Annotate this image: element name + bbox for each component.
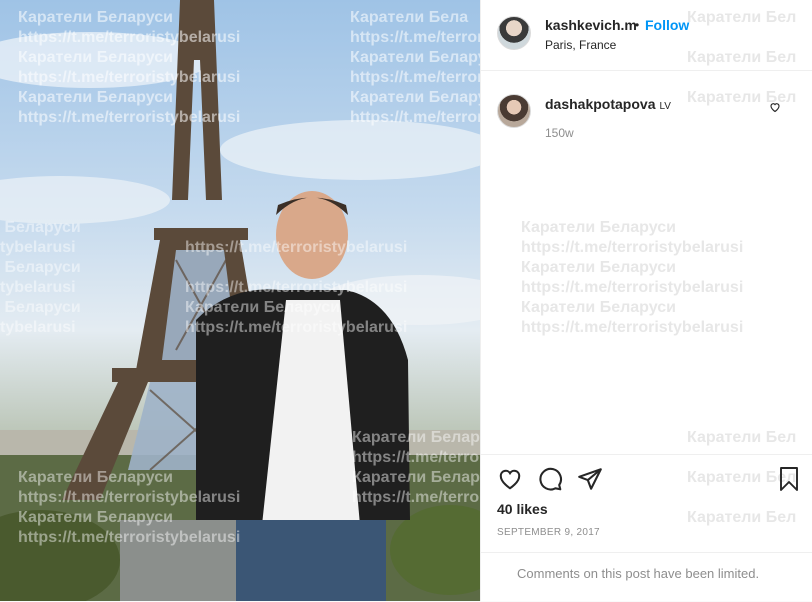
watermark-text: Каратели Беларуси (18, 469, 173, 486)
comment-icon[interactable] (537, 466, 563, 492)
watermark-text: Каратели Бел (687, 429, 797, 446)
watermark-url: https://t.me/terroristybelarusi (521, 239, 744, 256)
post-location[interactable]: Paris, France (545, 38, 616, 52)
comment-time[interactable]: 150w (545, 126, 574, 140)
watermark-url: https://t.me/terroristybelarusi (18, 109, 241, 126)
watermark-text: ли Беларуси (0, 219, 81, 236)
author-username[interactable]: kashkevich.m (545, 17, 637, 33)
watermark-text: Каратели Беларуси (521, 219, 676, 236)
watermark-url: https://t.me/terroristybelarusi (18, 489, 241, 506)
comments-limited-text: Comments on this post have been limited. (517, 566, 760, 581)
commenter-avatar[interactable] (497, 94, 531, 128)
watermark-text: Каратели Беларуси (352, 469, 480, 486)
watermark-text: Каратели Беларуси (521, 259, 676, 276)
watermark-url: tybelarusi (0, 279, 76, 296)
watermark-text: Каратели Бела (350, 9, 469, 26)
watermark-text: Каратели Беларуси (350, 49, 480, 66)
likes-count[interactable]: 40 likes (497, 501, 548, 517)
watermark-text: Каратели Беларуси (350, 89, 480, 106)
watermark-text: Каратели Бел (687, 89, 797, 106)
watermark-url: https://t.me/terroristybelarusi (350, 109, 480, 126)
watermark-text: Каратели Беларуси (352, 429, 480, 446)
watermark-url: https://t.me/terroristybelarusi (185, 319, 408, 336)
avatar[interactable] (497, 16, 531, 50)
verified-badge: LV (659, 101, 671, 112)
watermark-url: https://t.me/terroristybelarusi (352, 449, 480, 466)
watermark-url: https://t.me/terroristybelarusi (18, 29, 241, 46)
separator-dot: • (635, 18, 640, 32)
watermark-text: Каратели Беларуси (18, 89, 173, 106)
watermark-text: Каратели Беларуси (18, 49, 173, 66)
watermark-url: https://t.me/terroristybelarusi (185, 279, 408, 296)
watermark-url: https://t.me/terroristybelarusi (352, 489, 480, 506)
watermark-url: tybelarusi (0, 319, 76, 336)
watermark-url: https://t.me/terroristybelarusi (18, 529, 241, 546)
watermark-url: https://t.me/terroristybelarusi (185, 239, 408, 256)
commenter-username[interactable]: dashakpotapova (545, 96, 655, 112)
watermark-text: Каратели Бел (687, 509, 797, 526)
watermark-text: Каратели Беларуси (18, 9, 173, 26)
comments-limited-notice: Comments on this post have been limited. (481, 552, 812, 602)
watermark-url: https://t.me/terroristybelarusi (350, 69, 480, 86)
watermark-text: Каратели Беларуси (18, 509, 173, 526)
watermark-text: ли Беларуси (0, 259, 81, 276)
heart-icon[interactable] (497, 466, 523, 492)
watermark-text: Каратели Бел (687, 9, 797, 26)
post-photo[interactable]: Каратели Беларуси https://t.me/terrorist… (0, 0, 480, 601)
watermark-url: https://t.me/terroristybelarusi (18, 69, 241, 86)
watermark-text: Каратели Беларуси (521, 299, 676, 316)
watermark-url: https://t.me/terroristybelarusi (350, 29, 480, 46)
watermark-text: ли Беларуси (0, 299, 81, 316)
divider (481, 454, 812, 455)
follow-button[interactable]: Follow (645, 17, 689, 33)
watermark-text: Каратели Беларуси (185, 299, 340, 316)
watermark-url: https://t.me/terroristybelarusi (521, 279, 744, 296)
post-side-panel: kashkevich.m • Follow Paris, France dash… (480, 0, 812, 601)
watermark-url: https://t.me/terroristybelarusi (521, 319, 744, 336)
share-icon[interactable] (577, 466, 603, 492)
post-date[interactable]: SEPTEMBER 9, 2017 (497, 527, 600, 538)
watermark-url: tybelarusi (0, 239, 76, 256)
bookmark-icon[interactable] (777, 466, 801, 492)
watermark-text: Каратели Бел (687, 49, 797, 66)
comment-item: dashakpotapova LV (545, 96, 671, 112)
